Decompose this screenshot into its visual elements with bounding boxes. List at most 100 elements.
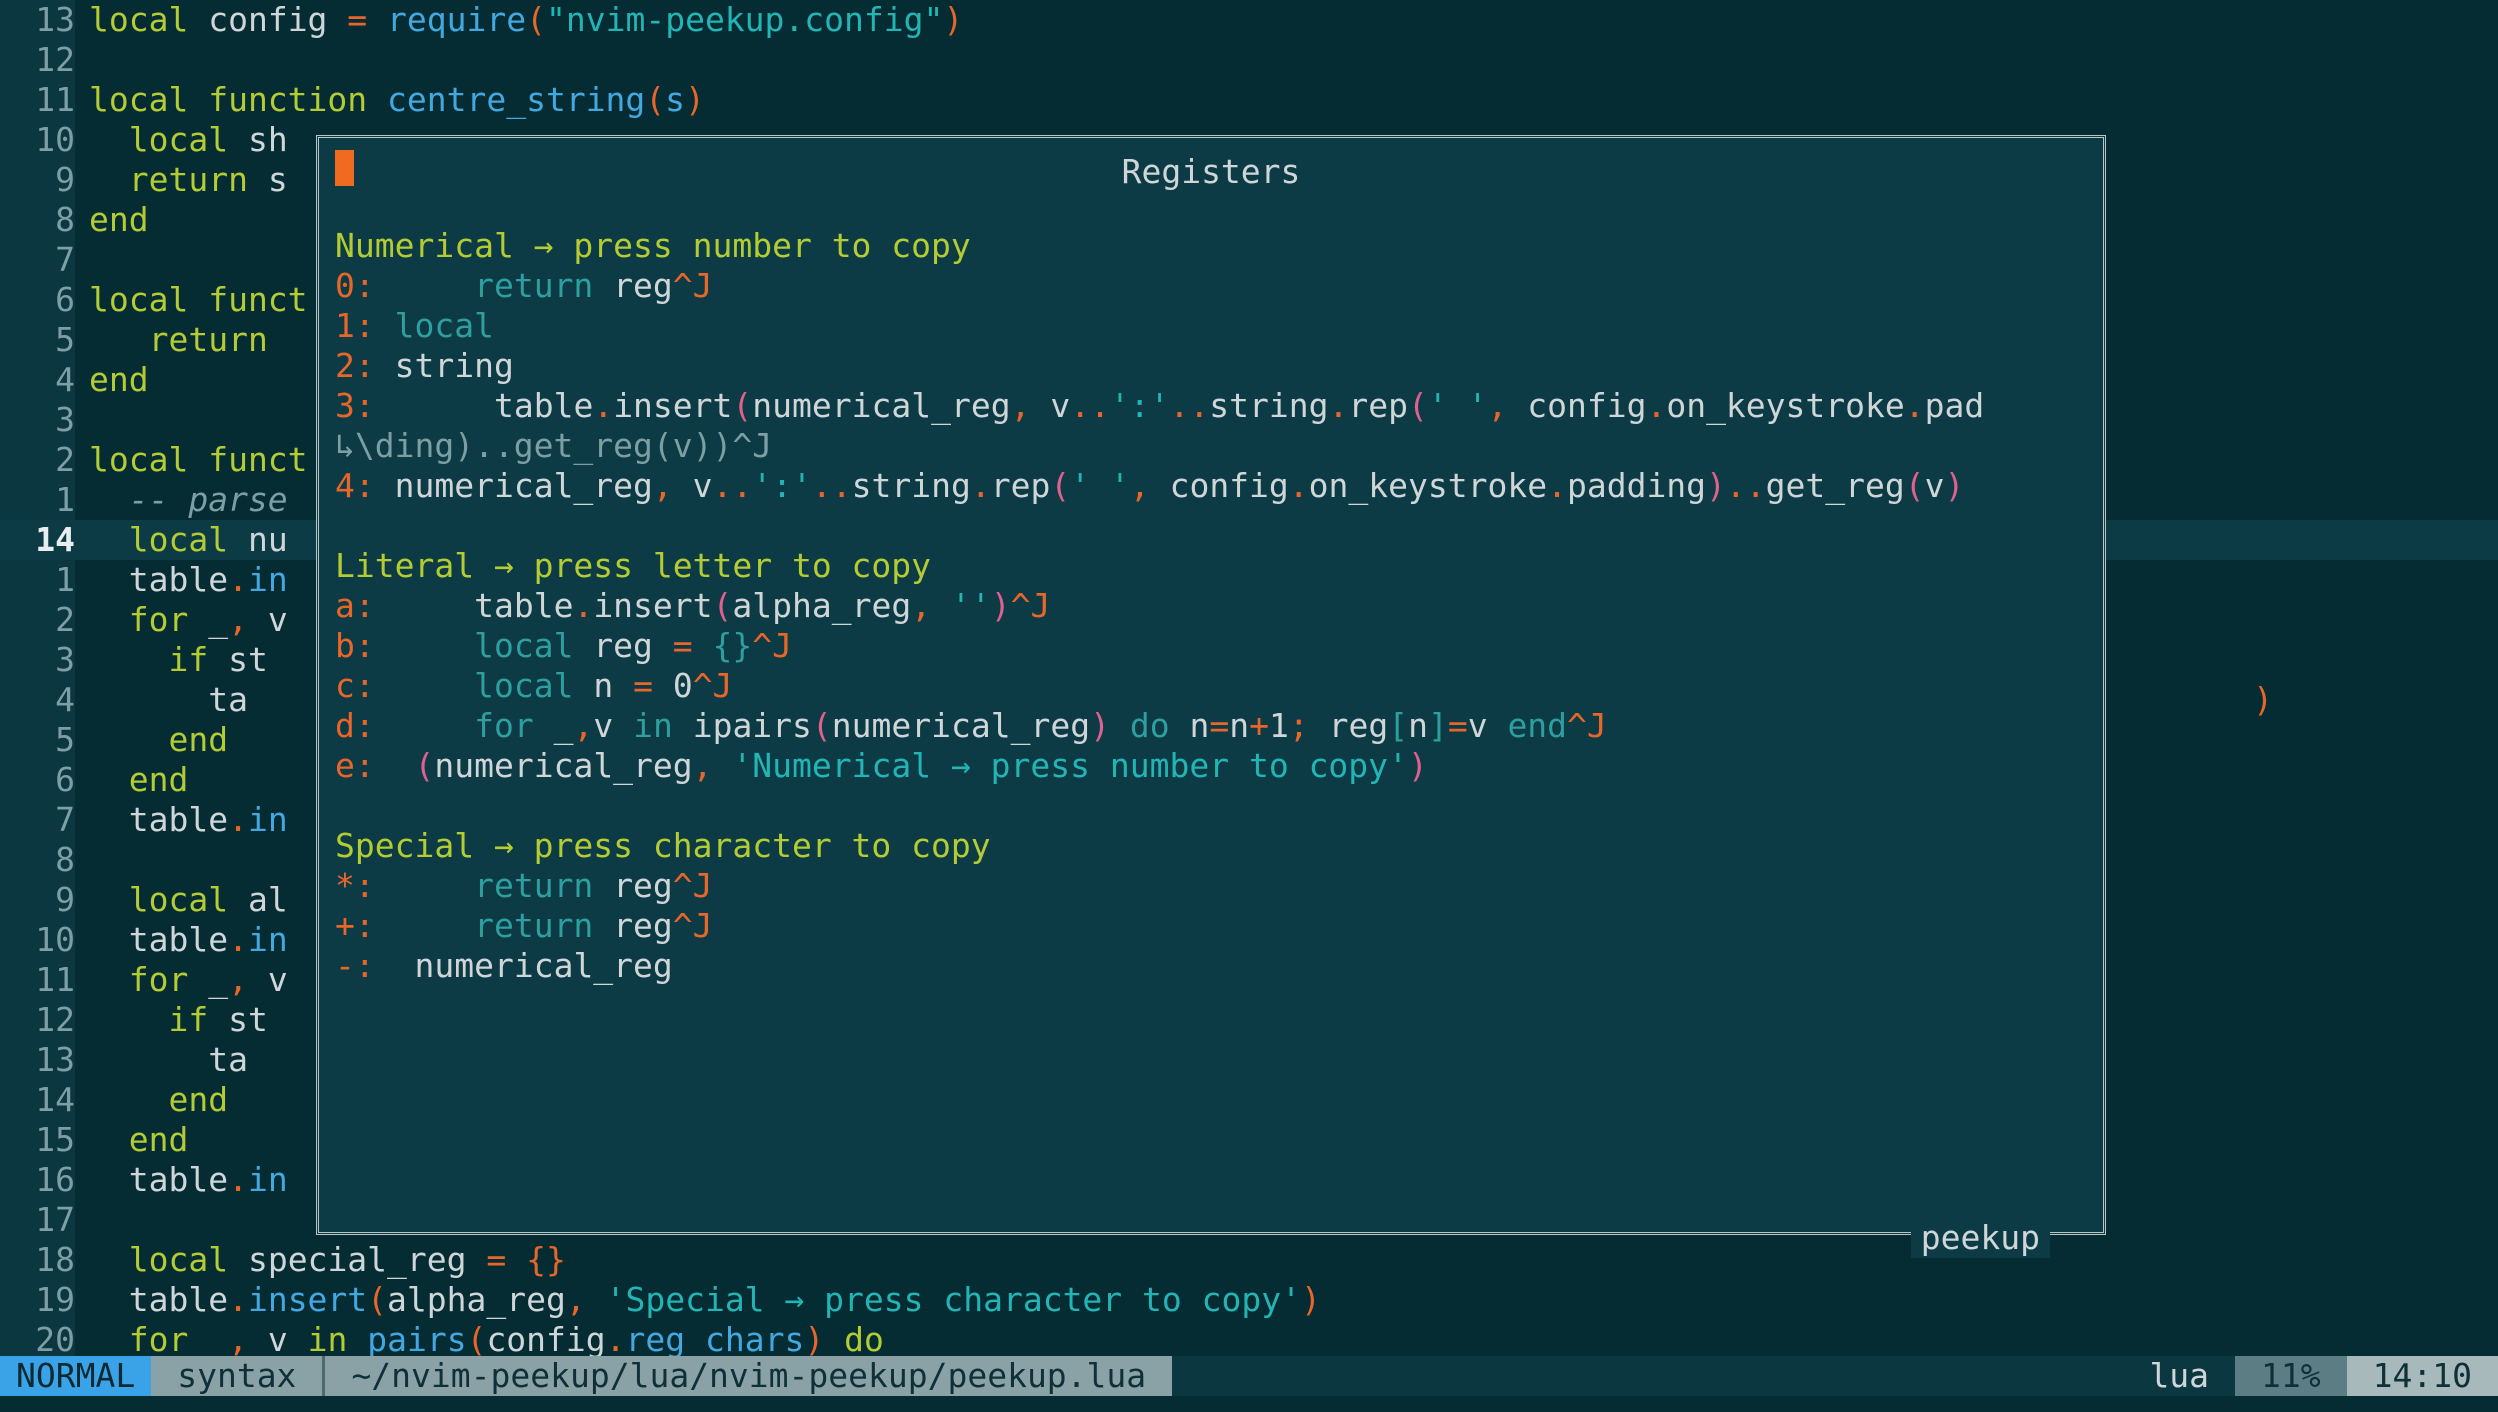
line-number: 6: [17, 280, 75, 320]
sign-column: [0, 1000, 17, 1040]
register-row[interactable]: 0: return reg^J: [329, 266, 2093, 306]
register-value: return reg^J: [474, 266, 713, 305]
line-number: 2: [17, 600, 75, 640]
register-row[interactable]: +: return reg^J: [329, 906, 2093, 946]
line-tail-text: ): [2253, 680, 2273, 719]
register-row[interactable]: -: numerical_reg: [329, 946, 2093, 986]
sign-column: [0, 1200, 17, 1240]
sign-column: [0, 480, 17, 520]
line-number: 9: [17, 160, 75, 200]
code-line[interactable]: 11 local function centre_string(s): [0, 80, 2498, 120]
sign-column: [0, 880, 17, 920]
code-line[interactable]: 13 local config = require("nvim-peekup.co…: [0, 0, 2498, 40]
register-key: c:: [335, 666, 375, 705]
line-number: 5: [17, 720, 75, 760]
register-key: d:: [335, 706, 375, 745]
sign-column: [0, 680, 17, 720]
line-number: 3: [17, 400, 75, 440]
sign-column: [0, 200, 17, 240]
register-value: table.insert(alpha_reg, '')^J: [474, 586, 1051, 625]
status-file-path: ~/nvim-peekup/lua/nvim-peekup/peekup.lua: [325, 1356, 1173, 1396]
line-number: 12: [17, 40, 75, 80]
sign-column: [0, 760, 17, 800]
code-line[interactable]: 19 table.insert(alpha_reg, 'Special → pr…: [0, 1280, 2498, 1320]
register-row[interactable]: b: local reg = {}^J: [329, 626, 2093, 666]
status-time: 14:10: [2346, 1356, 2498, 1396]
register-key: e:: [335, 746, 375, 785]
line-number: 7: [17, 240, 75, 280]
status-mode: NORMAL: [0, 1356, 152, 1396]
line-text: [75, 40, 2498, 80]
sign-column: [0, 320, 17, 360]
line-number: 8: [17, 840, 75, 880]
code-line[interactable]: 18 local special_reg = {}: [0, 1240, 2498, 1280]
statusline: NORMAL syntax ~/nvim-peekup/lua/nvim-pee…: [0, 1356, 2498, 1396]
line-number: 13: [17, 1040, 75, 1080]
float-footer-label: peekup: [1910, 1218, 2050, 1258]
register-key: 1:: [335, 306, 375, 345]
register-row[interactable]: 3: table.insert(numerical_reg, v..':'..s…: [329, 386, 2093, 426]
register-key: *:: [335, 866, 375, 905]
command-line[interactable]: [0, 1396, 2498, 1412]
sign-column: [0, 600, 17, 640]
register-key: 4:: [335, 466, 375, 505]
status-filetype: lua: [2123, 1356, 2236, 1396]
line-number: 7: [17, 800, 75, 840]
line-number: 2: [17, 440, 75, 480]
sign-column: [0, 800, 17, 840]
register-wrapped-line: ↳\ding)..get_reg(v))^J: [329, 426, 2093, 466]
line-number: 6: [17, 760, 75, 800]
register-row[interactable]: 4: numerical_reg, v..':'..string.rep(' '…: [329, 466, 2093, 506]
sign-column: [0, 40, 17, 80]
register-value: local: [394, 306, 494, 345]
register-row[interactable]: 2: string: [329, 346, 2093, 386]
line-number: 15: [17, 1120, 75, 1160]
register-value: numerical_reg: [414, 946, 673, 985]
sign-column: [0, 1160, 17, 1200]
sign-column: [0, 0, 17, 40]
sign-column: [0, 1280, 17, 1320]
sign-column: [0, 920, 17, 960]
registers-list[interactable]: Numerical → press number to copy 0: retur…: [329, 146, 2093, 1222]
sign-column: [0, 960, 17, 1000]
line-number: 3: [17, 640, 75, 680]
register-row[interactable]: e: (numerical_reg, 'Numerical → press nu…: [329, 746, 2093, 786]
code-line[interactable]: 12: [0, 40, 2498, 80]
register-key: 2:: [335, 346, 375, 385]
line-number: 16: [17, 1160, 75, 1200]
register-row[interactable]: d: for _,v in ipairs(numerical_reg) do n…: [329, 706, 2093, 746]
line-number: 10: [17, 120, 75, 160]
register-key: -:: [335, 946, 375, 985]
line-number: 1: [17, 480, 75, 520]
line-number: 17: [17, 1200, 75, 1240]
register-key: 3:: [335, 386, 375, 425]
line-number: 13: [17, 0, 75, 40]
line-number: 12: [17, 1000, 75, 1040]
register-value: local n = 0^J: [474, 666, 733, 705]
register-value: return reg^J: [474, 866, 713, 905]
sign-column: [0, 1080, 17, 1120]
line-number: 19: [17, 1280, 75, 1320]
register-value: ↳\ding)..get_reg(v))^J: [335, 426, 773, 465]
code-line[interactable]: 20 for _, v in pairs(config.reg_chars) d…: [0, 1320, 2498, 1360]
line-number: 1: [17, 560, 75, 600]
line-number: 5: [17, 320, 75, 360]
register-value: (numerical_reg, 'Numerical → press numbe…: [414, 746, 1428, 785]
sign-column: [0, 360, 17, 400]
register-row[interactable]: *: return reg^J: [329, 866, 2093, 906]
status-percent: 11%: [2235, 1356, 2347, 1396]
line-number: 11: [17, 960, 75, 1000]
sign-column: [0, 120, 17, 160]
line-number: 4: [17, 680, 75, 720]
register-row[interactable]: 1: local: [329, 306, 2093, 346]
register-value: local reg = {}^J: [474, 626, 793, 665]
line-number: 8: [17, 200, 75, 240]
register-row[interactable]: c: local n = 0^J: [329, 666, 2093, 706]
register-row[interactable]: a: table.insert(alpha_reg, '')^J: [329, 586, 2093, 626]
sign-column: [0, 280, 17, 320]
registers-float-window[interactable]: Registers Numerical → press number to co…: [316, 135, 2106, 1258]
sign-column: [0, 1240, 17, 1280]
sign-column: [0, 720, 17, 760]
